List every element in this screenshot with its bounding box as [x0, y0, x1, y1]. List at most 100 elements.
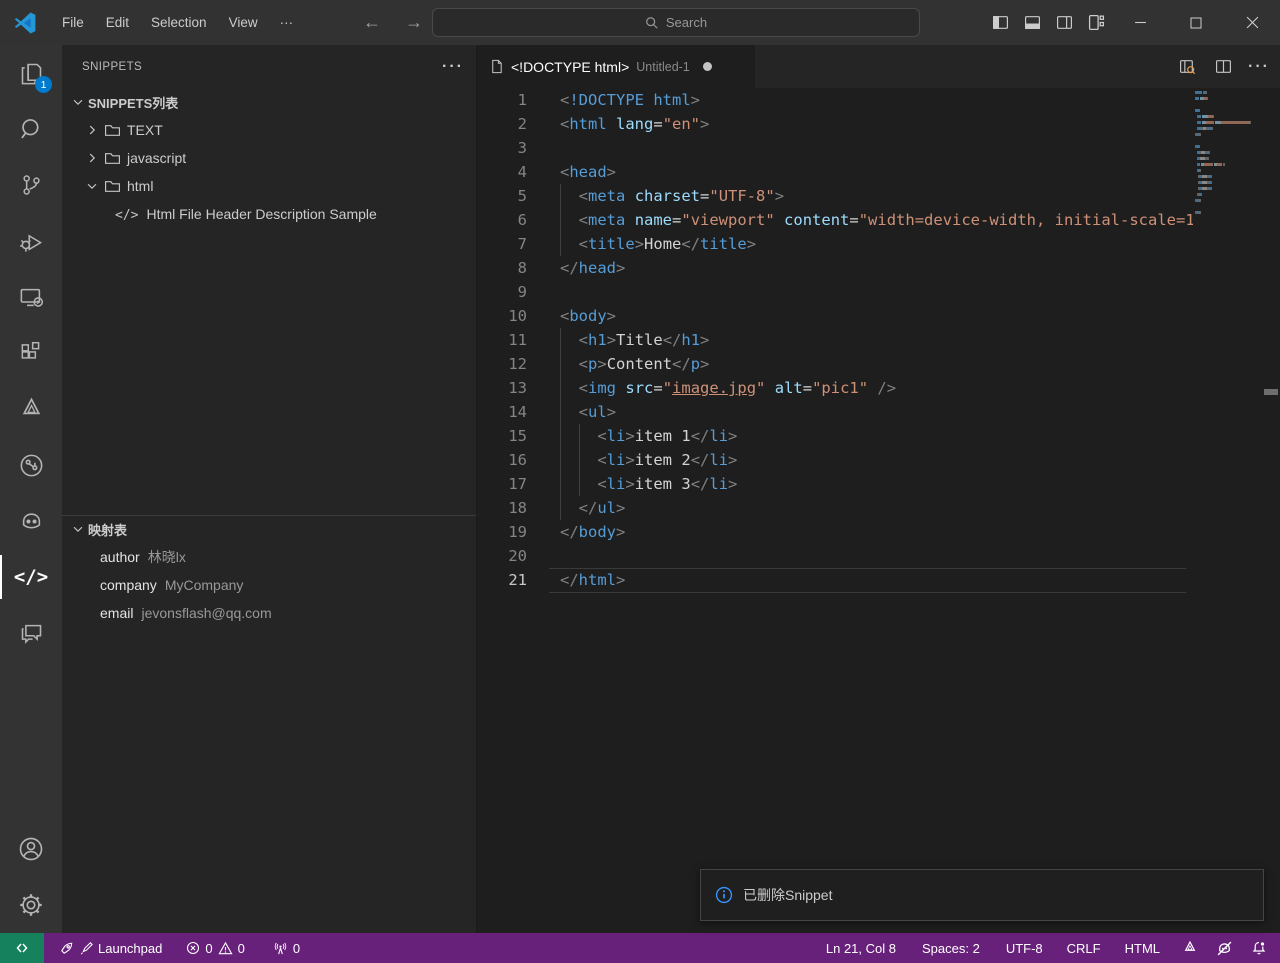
menu-[interactable]: ···	[269, 11, 305, 34]
run-debug-icon[interactable]	[0, 213, 62, 269]
toggle-sidebar-icon[interactable]	[984, 8, 1016, 38]
menu-edit[interactable]: Edit	[95, 11, 140, 34]
menu-view[interactable]: View	[218, 11, 269, 34]
maximize-button[interactable]	[1168, 0, 1224, 45]
code-line-9[interactable]: 9	[477, 280, 1280, 304]
notifications-bell-icon[interactable]	[1244, 933, 1274, 963]
sidebar-more-actions-icon[interactable]: ···	[442, 58, 464, 76]
overview-ruler[interactable]	[1262, 88, 1280, 933]
line-number[interactable]: 21	[477, 568, 527, 592]
toggle-secondary-sidebar-icon[interactable]	[1048, 8, 1080, 38]
copilot-chat-icon[interactable]	[0, 493, 62, 549]
minimize-button[interactable]	[1112, 0, 1168, 45]
line-number[interactable]: 1	[477, 88, 527, 112]
comments-icon[interactable]	[0, 605, 62, 661]
encoding-item[interactable]: UTF-8	[999, 933, 1050, 963]
cursor-position-item[interactable]: Ln 21, Col 8	[819, 933, 903, 963]
tab-untitled-1[interactable]: <!DOCTYPE html> Untitled-1	[477, 45, 756, 88]
code-line-17[interactable]: 17 <li>item 3</li>	[477, 472, 1280, 496]
search-view-icon[interactable]	[0, 101, 62, 157]
remote-indicator[interactable]	[0, 933, 44, 963]
code-line-3[interactable]: 3	[477, 136, 1280, 160]
extensions-icon[interactable]	[0, 325, 62, 381]
code-line-2[interactable]: 2<html lang="en">	[477, 112, 1280, 136]
problems-status-item[interactable]: 0 0	[179, 933, 251, 963]
line-number[interactable]: 20	[477, 544, 527, 568]
line-number[interactable]: 18	[477, 496, 527, 520]
tree-folder-text[interactable]: TEXT	[62, 116, 476, 144]
line-number[interactable]: 14	[477, 400, 527, 424]
indentation-item[interactable]: Spaces: 2	[915, 933, 987, 963]
map-row-company[interactable]: companyMyCompany	[62, 571, 476, 599]
snippets-view-icon[interactable]: </>	[0, 549, 62, 605]
ports-status-item[interactable]: 0	[266, 933, 307, 963]
line-number[interactable]: 3	[477, 136, 527, 160]
line-number[interactable]: 15	[477, 424, 527, 448]
menu-file[interactable]: File	[51, 11, 95, 34]
code-line-15[interactable]: 15 <li>item 1</li>	[477, 424, 1280, 448]
code-line-7[interactable]: 7 <title>Home</title>	[477, 232, 1280, 256]
minimap[interactable]	[1193, 88, 1262, 648]
search-input[interactable]: Search	[432, 8, 920, 37]
line-number[interactable]: 10	[477, 304, 527, 328]
code-line-5[interactable]: 5 <meta charset="UTF-8">	[477, 184, 1280, 208]
customize-layout-icon[interactable]	[1080, 8, 1112, 38]
code-line-1[interactable]: 1<!DOCTYPE html>	[477, 88, 1280, 112]
account-icon[interactable]	[0, 821, 62, 877]
line-number[interactable]: 19	[477, 520, 527, 544]
code-line-11[interactable]: 11 <h1>Title</h1>	[477, 328, 1280, 352]
eol-item[interactable]: CRLF	[1060, 933, 1108, 963]
code-line-8[interactable]: 8</head>	[477, 256, 1280, 280]
line-number[interactable]: 13	[477, 376, 527, 400]
source-control-icon[interactable]	[0, 157, 62, 213]
line-number[interactable]: 8	[477, 256, 527, 280]
code-line-13[interactable]: 13 <img src="image.jpg" alt="pic1" />	[477, 376, 1280, 400]
tree-snippet-item[interactable]: </>Html File Header Description Sample	[62, 200, 476, 228]
line-number[interactable]: 6	[477, 208, 527, 232]
menu-selection[interactable]: Selection	[140, 11, 218, 34]
open-preview-icon[interactable]	[1174, 54, 1200, 80]
tree-folder-javascript[interactable]: javascript	[62, 144, 476, 172]
forward-arrow-icon[interactable]: →	[400, 9, 428, 37]
code-line-20[interactable]: 20	[477, 544, 1280, 568]
line-number[interactable]: 11	[477, 328, 527, 352]
toggle-panel-icon[interactable]	[1016, 8, 1048, 38]
tree-section-mapping-table[interactable]: 映射表	[62, 515, 476, 543]
remote-explorer-icon[interactable]	[0, 269, 62, 325]
code-line-10[interactable]: 10<body>	[477, 304, 1280, 328]
pinwheel-status-icon[interactable]	[1175, 933, 1205, 963]
line-number[interactable]: 7	[477, 232, 527, 256]
line-number[interactable]: 9	[477, 280, 527, 304]
map-row-email[interactable]: emailjevonsflash@qq.com	[62, 599, 476, 627]
split-editor-icon[interactable]	[1210, 54, 1236, 80]
map-row-author[interactable]: author林晓lx	[62, 543, 476, 571]
code-line-16[interactable]: 16 <li>item 2</li>	[477, 448, 1280, 472]
notification-toast[interactable]: 已删除Snippet	[700, 869, 1264, 921]
code-line-21[interactable]: 21</html>	[477, 568, 1280, 592]
code-line-6[interactable]: 6 <meta name="viewport" content="width=d…	[477, 208, 1280, 232]
line-number[interactable]: 17	[477, 472, 527, 496]
code-line-12[interactable]: 12 <p>Content</p>	[477, 352, 1280, 376]
launchpad-status-item[interactable]: Launchpad	[52, 933, 169, 963]
line-number[interactable]: 16	[477, 448, 527, 472]
settings-gear-icon[interactable]	[0, 877, 62, 933]
code-line-18[interactable]: 18 </ul>	[477, 496, 1280, 520]
close-button[interactable]	[1224, 0, 1280, 45]
line-number[interactable]: 4	[477, 160, 527, 184]
code-line-4[interactable]: 4<head>	[477, 160, 1280, 184]
code-editor[interactable]: 1<!DOCTYPE html>2<html lang="en">34<head…	[477, 88, 1280, 933]
dirty-indicator[interactable]	[703, 62, 712, 71]
copilot-disabled-icon[interactable]	[1209, 933, 1240, 963]
editor-more-actions-icon[interactable]: ···	[1246, 54, 1272, 80]
back-arrow-icon[interactable]: ←	[358, 9, 386, 37]
git-graph-icon[interactable]	[0, 437, 62, 493]
tree-folder-html[interactable]: html	[62, 172, 476, 200]
tree-section-snippets-list[interactable]: SNIPPETS列表	[62, 88, 476, 116]
code-line-14[interactable]: 14 <ul>	[477, 400, 1280, 424]
line-number[interactable]: 2	[477, 112, 527, 136]
explorer-icon[interactable]: 1	[0, 45, 62, 101]
code-line-19[interactable]: 19</body>	[477, 520, 1280, 544]
pinwheel-extension-icon[interactable]	[0, 381, 62, 437]
line-number[interactable]: 5	[477, 184, 527, 208]
line-number[interactable]: 12	[477, 352, 527, 376]
